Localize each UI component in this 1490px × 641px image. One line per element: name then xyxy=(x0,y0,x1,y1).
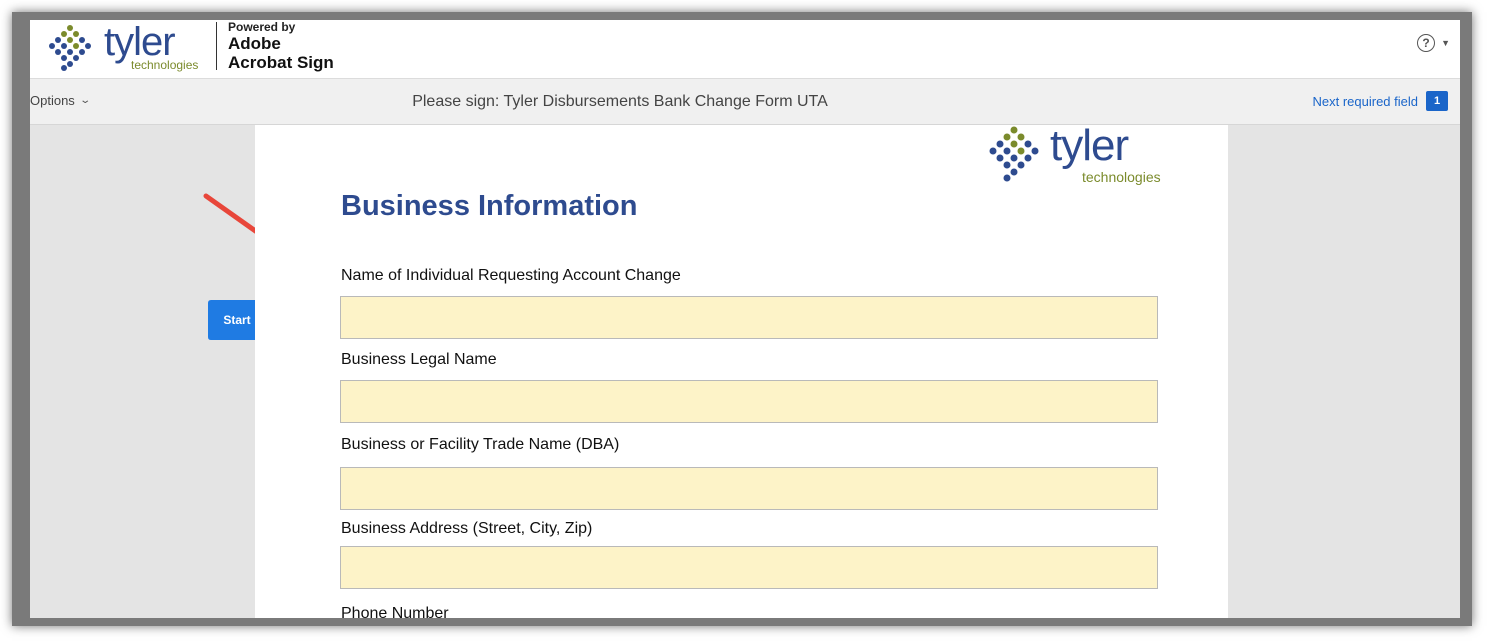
header-divider xyxy=(216,22,217,70)
requester-name-field[interactable] xyxy=(340,296,1158,339)
acrobat-sign-window: tyler technologies Powered by Adobe Acro… xyxy=(30,20,1460,618)
help-menu[interactable]: ? ▼ xyxy=(1417,34,1450,52)
field-label-phone-number: Phone Number xyxy=(341,605,449,618)
field-label-business-legal-name: Business Legal Name xyxy=(341,351,497,368)
field-label-trade-name: Business or Facility Trade Name (DBA) xyxy=(341,436,620,453)
document-logo-subtitle: technologies xyxy=(1082,169,1161,185)
document-logo-word: tyler xyxy=(1050,121,1129,170)
tyler-dots-icon xyxy=(49,25,91,71)
acrobat-sign-text: Acrobat Sign xyxy=(228,53,334,72)
powered-by-block: Powered by Adobe Acrobat Sign xyxy=(228,20,334,72)
next-required-field-label: Next required field xyxy=(1312,93,1419,109)
adobe-text: Adobe xyxy=(228,34,281,53)
field-label-business-address: Business Address (Street, City, Zip) xyxy=(341,520,593,537)
help-icon[interactable]: ? xyxy=(1417,34,1436,52)
document-tyler-logo: tyler technologies xyxy=(980,121,1170,189)
document-title: Please sign: Tyler Disbursements Bank Ch… xyxy=(412,93,828,110)
powered-by-text: Powered by xyxy=(228,20,296,34)
field-label-requester-name: Name of Individual Requesting Account Ch… xyxy=(341,267,681,284)
document-toolbar: Options ⌄ Please sign: Tyler Disbursemen… xyxy=(30,79,1460,125)
tyler-logo: tyler technologies xyxy=(44,20,204,74)
app-header: tyler technologies Powered by Adobe Acro… xyxy=(30,20,1460,79)
document-page: tyler technologies Business Information … xyxy=(255,121,1228,618)
tyler-dots-icon xyxy=(989,126,1039,182)
trade-name-field[interactable] xyxy=(340,467,1158,510)
tyler-logo-subtitle: technologies xyxy=(131,58,199,72)
section-title: Business Information xyxy=(341,190,638,222)
required-field-count-badge: 1 xyxy=(1426,91,1448,111)
business-address-field[interactable] xyxy=(340,546,1158,589)
caret-down-icon: ▼ xyxy=(1441,38,1450,48)
business-legal-name-field[interactable] xyxy=(340,380,1158,423)
next-required-field-button[interactable]: Next required field 1 xyxy=(1312,91,1448,111)
